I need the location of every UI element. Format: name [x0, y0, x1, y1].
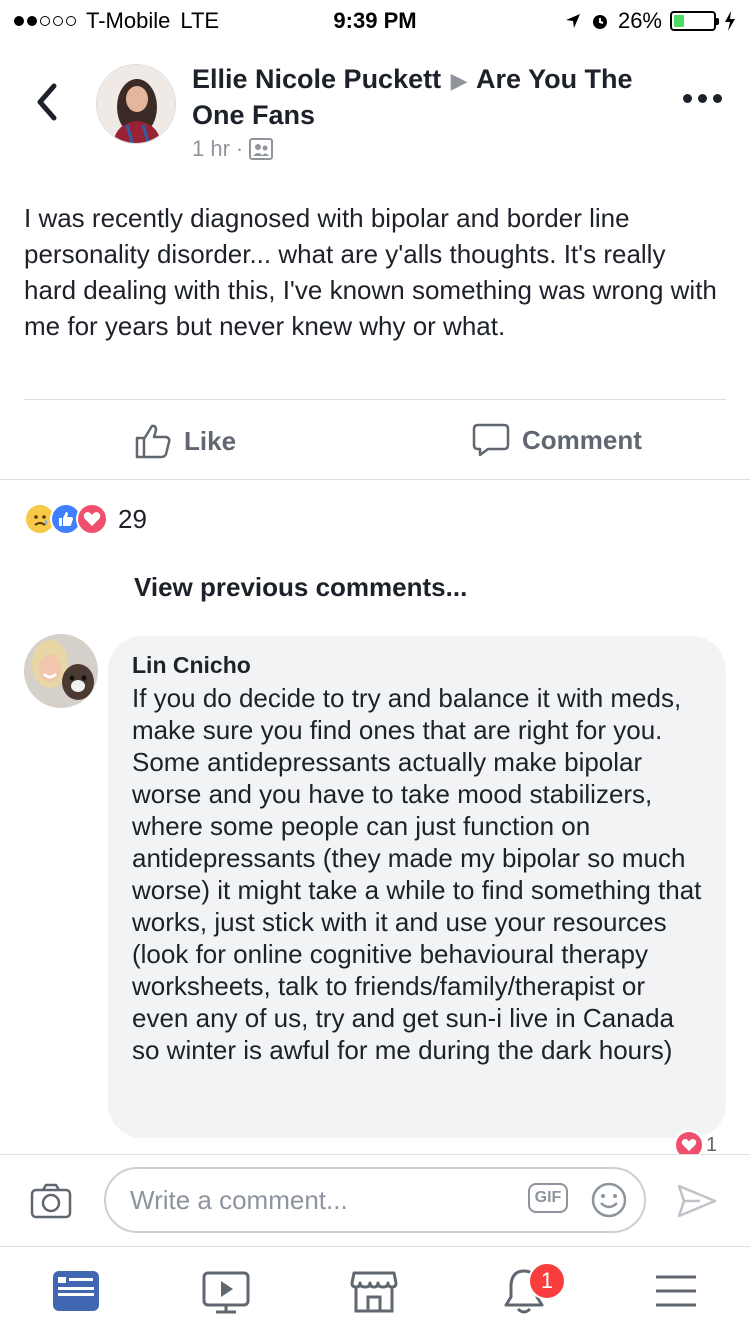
tab-news-feed-icon[interactable]	[50, 1265, 102, 1317]
tab-menu-icon[interactable]	[650, 1265, 702, 1317]
comment-bubble-icon	[472, 423, 510, 457]
like-button[interactable]: Like	[134, 422, 236, 460]
tab-bar	[0, 1246, 750, 1334]
post-title: Ellie Nicole Puckett ▶ Are You The One F…	[192, 62, 662, 132]
love-reaction-icon	[76, 503, 108, 535]
group-arrow-icon: ▶	[450, 68, 468, 93]
status-bar: T-Mobile LTE 9:39 PM 26%	[0, 0, 750, 40]
back-chevron-icon[interactable]	[30, 82, 64, 122]
commenter-avatar[interactable]	[24, 634, 98, 708]
divider	[0, 479, 750, 480]
more-options-icon[interactable]	[683, 94, 722, 103]
tab-watch-icon[interactable]	[200, 1265, 252, 1317]
battery-icon	[670, 11, 719, 31]
charging-bolt-icon	[725, 11, 735, 31]
post-meta: 1 hr ·	[192, 136, 274, 162]
group-privacy-icon	[249, 138, 274, 160]
comment-bubble[interactable]: Lin Cnicho If you do decide to try and b…	[108, 636, 726, 1138]
divider	[24, 399, 726, 400]
post-actions: Like Comment	[0, 410, 750, 472]
view-previous-comments-link[interactable]: View previous comments...	[134, 572, 467, 603]
reaction-summary[interactable]: 29	[24, 503, 147, 535]
commenter-name[interactable]: Lin Cnicho	[132, 652, 704, 678]
post-body: I was recently diagnosed with bipolar an…	[24, 203, 717, 341]
gif-button[interactable]: GIF	[528, 1183, 568, 1213]
send-icon[interactable]	[676, 1183, 718, 1219]
post-header: Ellie Nicole Puckett ▶ Are You The One F…	[0, 56, 750, 166]
location-arrow-icon	[565, 14, 580, 28]
like-label: Like	[184, 425, 237, 456]
comment-button[interactable]: Comment	[472, 422, 642, 458]
reaction-count: 29	[118, 503, 147, 534]
status-right: 26%	[564, 8, 736, 34]
author-avatar[interactable]	[96, 64, 176, 144]
post-time[interactable]: 1 hr	[192, 136, 230, 162]
camera-icon[interactable]	[30, 1183, 72, 1219]
tab-marketplace-icon[interactable]	[348, 1265, 400, 1317]
comment-composer: Write a comment... GIF	[0, 1154, 750, 1246]
meta-separator: ·	[235, 136, 244, 161]
thumbs-up-icon	[135, 424, 171, 459]
emoji-icon[interactable]	[590, 1181, 628, 1219]
author-name[interactable]: Ellie Nicole Puckett	[192, 64, 441, 94]
alarm-icon	[592, 15, 607, 29]
comment-label: Comment	[522, 424, 642, 455]
battery-percent: 26%	[617, 8, 662, 33]
comment-text: If you do decide to try and balance it w…	[132, 683, 702, 1065]
notification-badge: 1	[528, 1262, 566, 1300]
